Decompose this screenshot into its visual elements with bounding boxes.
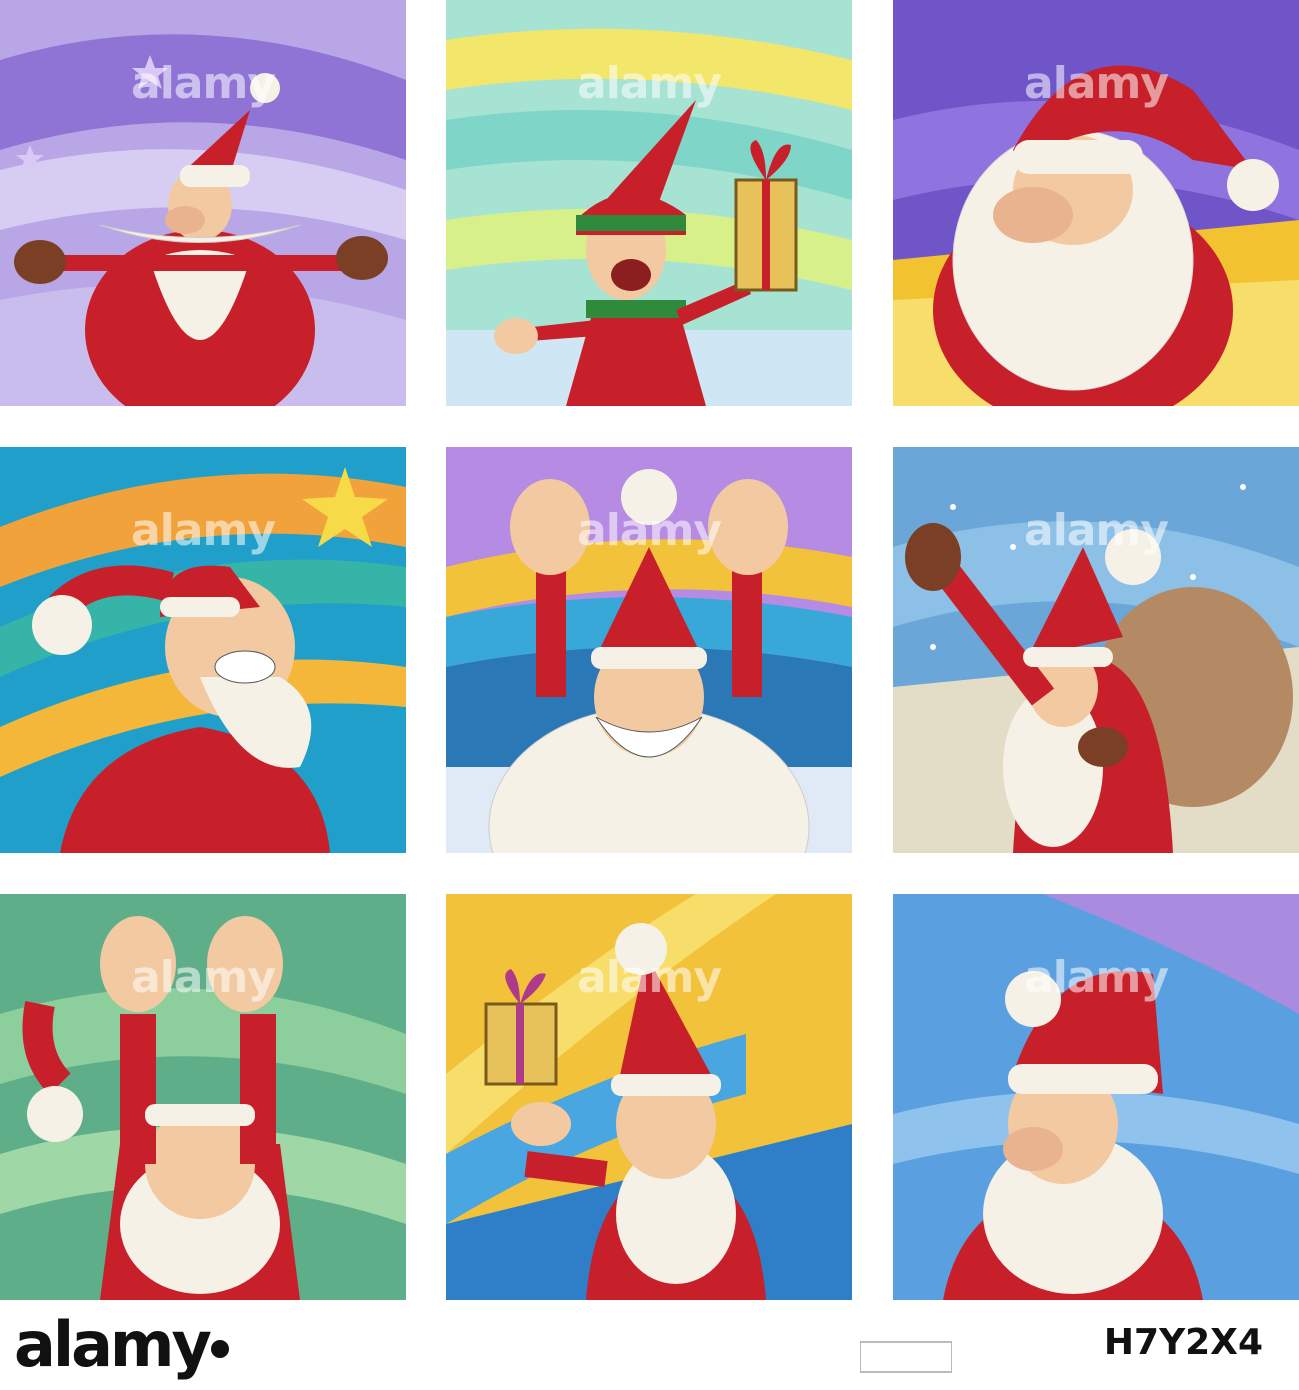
santa-arms-open-illustration (0, 0, 406, 406)
tile-santa-arms-raised: alamy (446, 447, 852, 853)
stock-footer: alamy H7Y2X4 (0, 1300, 1299, 1390)
tile-santa-grinning-stars: alamy (0, 447, 406, 853)
santa-with-sack-illustration (893, 447, 1299, 853)
tile-santa-hands-up: alamy (0, 894, 406, 1300)
santa-portrait-illustration (893, 894, 1299, 1300)
tile-santa-with-gift: alamy (446, 894, 852, 1300)
santa-arms-raised-illustration (446, 447, 852, 853)
santa-with-gift-illustration (446, 894, 852, 1300)
santa-hands-up-illustration (0, 894, 406, 1300)
tile-santa-portrait: alamy (893, 894, 1299, 1300)
illustration-grid: alamy alamy alamy alamy alamy alamy alam… (0, 0, 1299, 1300)
tile-elf-with-gift: alamy (446, 0, 852, 406)
tile-santa-arms-open: alamy (0, 0, 406, 406)
logo-dot (210, 1339, 229, 1358)
image-code: H7Y2X4 (1103, 1322, 1263, 1363)
image-code-mark-icon (860, 1341, 952, 1373)
santa-closeup-illustration (893, 0, 1299, 406)
santa-grinning-stars-illustration (0, 447, 406, 853)
tile-santa-closeup: alamy (893, 0, 1299, 406)
elf-with-gift-illustration (446, 0, 852, 406)
alamy-logo: alamy (14, 1308, 229, 1381)
tile-santa-with-sack: alamy (893, 447, 1299, 853)
logo-text: alamy (14, 1308, 212, 1381)
